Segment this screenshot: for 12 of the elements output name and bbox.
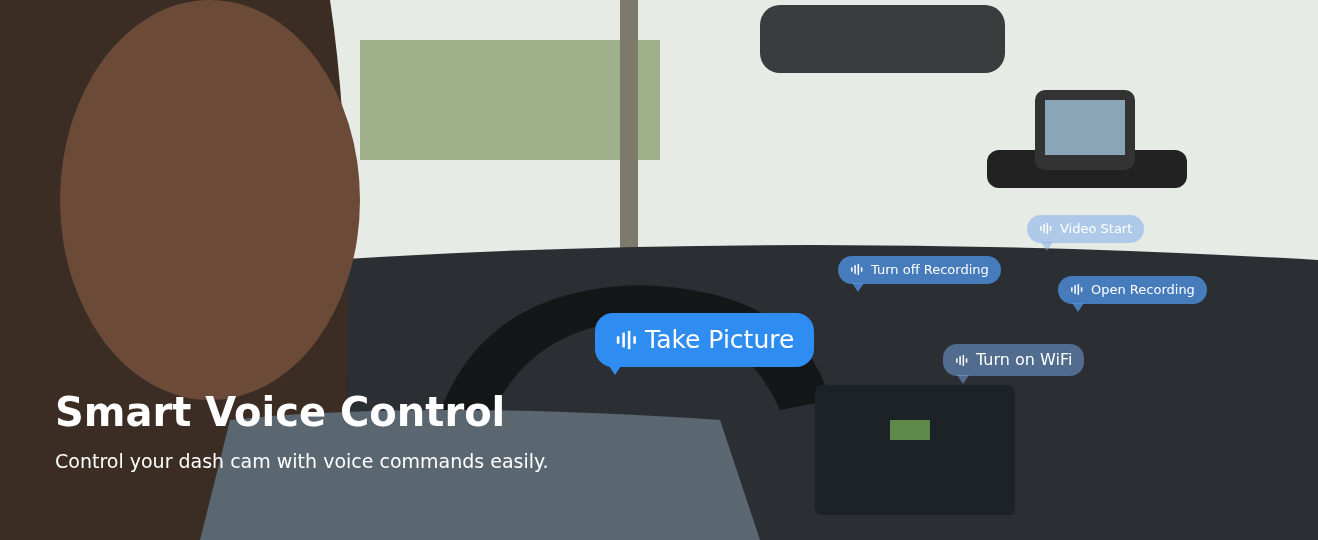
- speech-tail: [1072, 302, 1084, 312]
- banner-title: Smart Voice Control: [55, 390, 506, 434]
- speech-tail: [852, 282, 864, 292]
- voice-icon: [1039, 222, 1052, 236]
- banner-subtitle: Control your dash cam with voice commands easily.: [55, 449, 549, 474]
- voice-icon: [955, 353, 968, 367]
- voice-icon: [850, 263, 863, 277]
- voice-icon: [615, 328, 637, 351]
- speech-tail: [1041, 241, 1053, 251]
- speech-tail: [609, 365, 621, 375]
- voice-icon: [1070, 283, 1083, 297]
- speech-tail: [957, 375, 969, 384]
